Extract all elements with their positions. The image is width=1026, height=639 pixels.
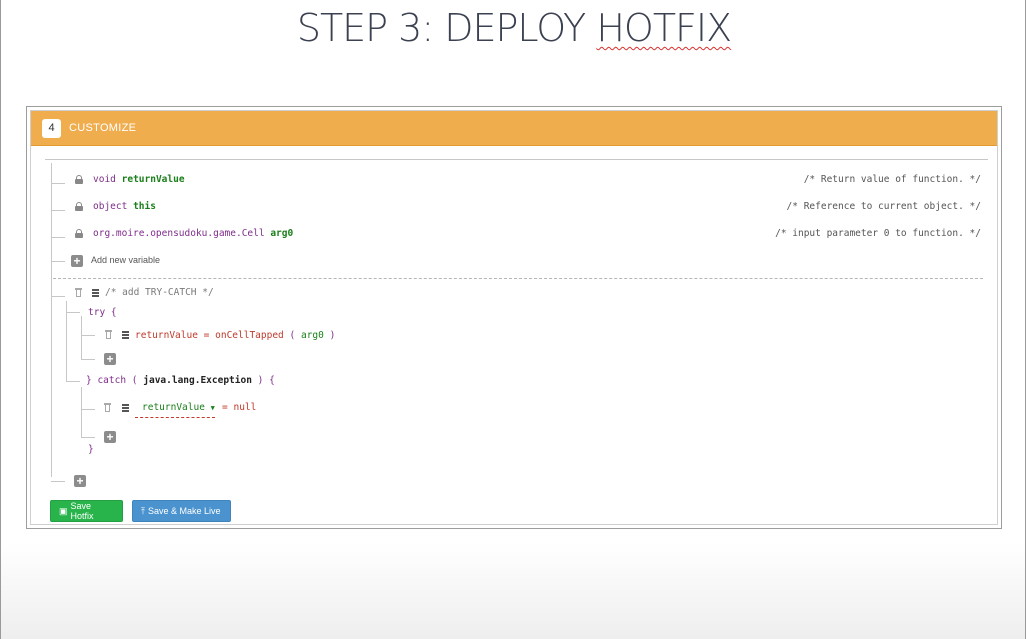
slide-title: STEP 3: DEPLOY HOTFIX: [1, 6, 1026, 50]
title-text: STEP 3: DEPLOY: [296, 6, 597, 50]
variable-row: object this /* Reference to current obje…: [93, 201, 981, 212]
menu-icon[interactable]: [122, 331, 129, 339]
menu-icon[interactable]: [92, 289, 99, 297]
trash-icon[interactable]: [105, 330, 112, 339]
caret-down-icon: ▼: [210, 404, 215, 412]
panel-header: 4 CUSTOMIZE: [31, 111, 997, 146]
panel-title: CUSTOMIZE: [69, 122, 137, 134]
lock-icon: [75, 202, 83, 211]
customize-panel-frame: 4 CUSTOMIZE void returnValue /* Return v…: [26, 106, 1002, 529]
plus-icon[interactable]: +: [74, 475, 86, 487]
add-new-variable-link[interactable]: Add new variable: [91, 255, 160, 265]
save-make-live-button[interactable]: ⤒ Save & Make Live: [132, 500, 231, 522]
title-misspelled-word: HOTFIX: [596, 6, 732, 50]
trash-icon[interactable]: [75, 288, 82, 297]
trash-icon[interactable]: [104, 403, 111, 412]
variable-row: org.moire.opensudoku.game.Cell arg0 /* i…: [93, 228, 981, 239]
save-icon: ▣: [59, 505, 68, 516]
return-value-select[interactable]: returnValue ▼: [135, 402, 215, 418]
customize-panel: 4 CUSTOMIZE void returnValue /* Return v…: [30, 110, 998, 525]
try-statement: returnValue = onCellTapped ( arg0 ): [135, 330, 336, 341]
section-divider: [53, 278, 983, 279]
variable-comment: /* Reference to current object. */: [786, 201, 981, 212]
variable-row: void returnValue /* Return value of func…: [93, 174, 981, 185]
block-comment: /* add TRY-CATCH */: [105, 287, 214, 298]
menu-icon[interactable]: [122, 404, 129, 412]
closing-brace: }: [88, 444, 94, 455]
plus-icon[interactable]: +: [71, 255, 83, 267]
catch-assignment: = null: [222, 402, 257, 413]
catch-line: } catch ( java.lang.Exception ) {: [86, 375, 275, 386]
save-hotfix-button[interactable]: ▣ Save Hotfix: [50, 500, 123, 522]
step-badge: 4: [42, 118, 61, 138]
lock-icon: [75, 229, 83, 238]
upload-icon: ⤒: [141, 505, 145, 516]
variable-comment: /* Return value of function. */: [803, 174, 981, 185]
plus-icon[interactable]: +: [104, 431, 116, 443]
lock-icon: [75, 175, 83, 184]
variable-comment: /* input parameter 0 to function. */: [775, 228, 981, 239]
plus-icon[interactable]: +: [104, 353, 116, 365]
try-keyword: try {: [88, 307, 117, 318]
top-divider: [45, 159, 988, 160]
